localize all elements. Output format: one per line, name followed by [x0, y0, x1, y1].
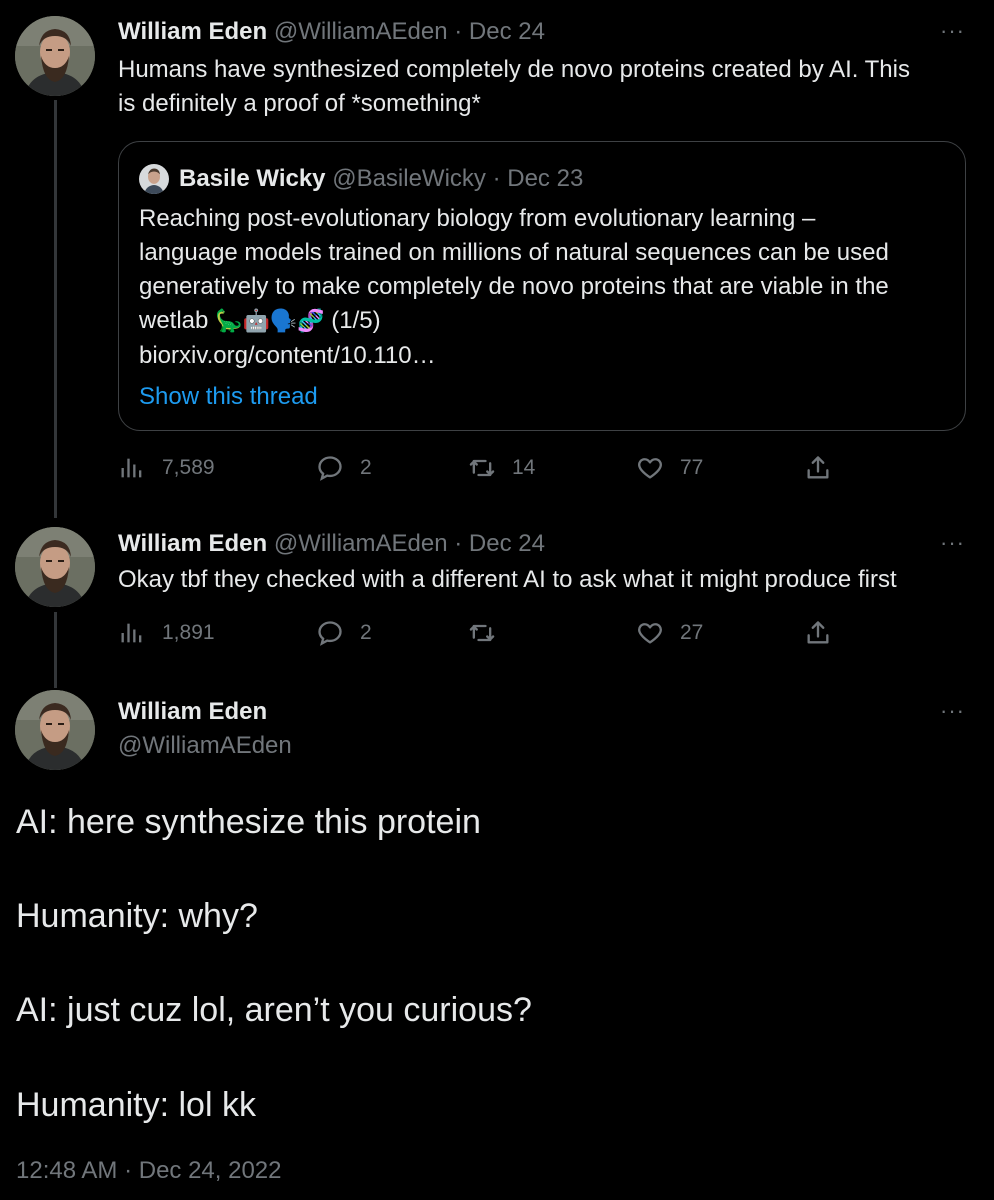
- views-button[interactable]: 7,589: [118, 454, 215, 482]
- more-icon[interactable]: ···: [940, 530, 965, 556]
- author-handle[interactable]: @WilliamAEden: [118, 731, 292, 761]
- tweet-text-line: Humanity: lol kk: [16, 1086, 256, 1124]
- like-count: 27: [680, 621, 704, 644]
- views-icon: [121, 458, 142, 478]
- share-button[interactable]: [804, 454, 848, 482]
- reply-count: 2: [360, 456, 372, 479]
- share-icon: [807, 456, 829, 479]
- quote-author-handle[interactable]: @BasileWicky: [332, 165, 486, 192]
- share-icon: [807, 621, 829, 644]
- avatar[interactable]: [15, 16, 95, 96]
- reply-count: 2: [360, 621, 372, 644]
- author-name[interactable]: William Eden: [118, 18, 267, 45]
- avatar[interactable]: [15, 690, 95, 770]
- author-name[interactable]: William Eden: [118, 697, 267, 727]
- quote-text: Reaching post-evolutionary biology from …: [139, 202, 889, 373]
- like-button[interactable]: 27: [636, 619, 703, 647]
- tweet-date[interactable]: · Dec 24: [454, 18, 545, 45]
- reply-button[interactable]: 2: [316, 619, 372, 647]
- views-count: 7,589: [162, 456, 215, 479]
- retweet-icon: [469, 624, 495, 642]
- tweet-date[interactable]: · Dec 24: [454, 530, 545, 557]
- like-icon: [638, 458, 662, 479]
- tweet-header: William Eden @WilliamAEden · Dec 24: [118, 529, 545, 559]
- more-icon[interactable]: ···: [940, 698, 965, 724]
- views-icon: [121, 623, 142, 643]
- quote-date[interactable]: · Dec 23: [493, 165, 584, 192]
- reply-icon: [318, 621, 342, 646]
- reply-icon: [318, 456, 342, 481]
- quoted-tweet[interactable]: Basile Wicky @BasileWicky · Dec 23 Reach…: [118, 141, 966, 431]
- avatar[interactable]: [139, 164, 169, 194]
- reply-button[interactable]: 2: [316, 454, 372, 482]
- tweet-text: Humans have synthesized completely de no…: [118, 56, 910, 117]
- share-button[interactable]: [804, 619, 848, 647]
- like-button[interactable]: 77: [636, 454, 703, 482]
- views-count: 1,891: [162, 621, 215, 644]
- like-count: 77: [680, 456, 704, 479]
- avatar[interactable]: [15, 527, 95, 607]
- tweet-text: Okay tbf they checked with a different A…: [118, 566, 897, 593]
- tweet-actions: 7,589 2 14 77: [118, 454, 838, 490]
- views-button[interactable]: 1,891: [118, 619, 215, 647]
- thread-connector: [54, 612, 57, 688]
- retweet-icon: [469, 459, 495, 477]
- like-icon: [638, 623, 662, 644]
- retweet-count: 14: [512, 456, 536, 479]
- quote-header: Basile Wicky @BasileWicky · Dec 23: [179, 164, 583, 194]
- retweet-button[interactable]: 14: [468, 454, 535, 482]
- thread-connector: [54, 100, 57, 518]
- author-name[interactable]: William Eden: [118, 530, 267, 557]
- tweet-text-line: AI: here synthesize this protein: [16, 803, 481, 841]
- quote-author-name[interactable]: Basile Wicky: [179, 165, 326, 192]
- tweet-text-line: AI: just cuz lol, aren’t you curious?: [16, 991, 532, 1029]
- tweet-actions: 1,891 2 27: [118, 619, 838, 655]
- author-handle[interactable]: @WilliamAEden: [274, 530, 448, 557]
- tweet-timestamp[interactable]: 12:48 AM · Dec 24, 2022: [16, 1156, 282, 1186]
- retweet-button[interactable]: [468, 619, 512, 647]
- more-icon[interactable]: ···: [940, 18, 965, 44]
- show-thread-link[interactable]: Show this thread: [139, 380, 318, 414]
- emoji-sequence: 🦕🤖🗣️🧬: [215, 309, 325, 334]
- author-handle[interactable]: @WilliamAEden: [274, 18, 448, 45]
- tweet-text-line: Humanity: why?: [16, 897, 258, 935]
- quote-link[interactable]: biorxiv.org/content/10.110…: [139, 339, 889, 373]
- tweet-header: William Eden @WilliamAEden · Dec 24: [118, 17, 545, 47]
